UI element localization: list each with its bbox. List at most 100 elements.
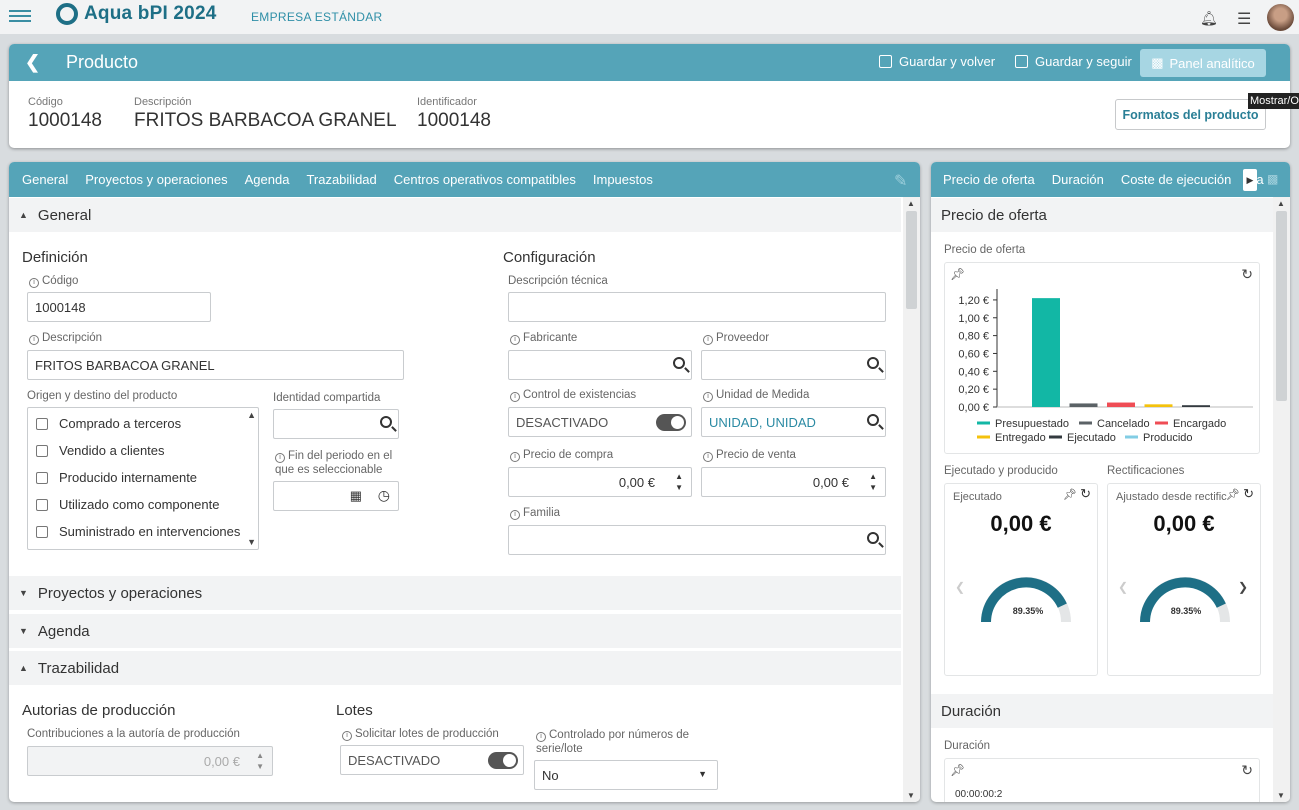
tab-operating-centers[interactable]: Centros operativos compatibles bbox=[394, 172, 576, 187]
main-scrollbar[interactable]: ▲ ▼ bbox=[903, 197, 920, 802]
calendar-icon[interactable]: ▦ bbox=[350, 488, 362, 504]
bell-icon[interactable]: 🔔︎ bbox=[1200, 10, 1218, 27]
expand-triangle-icon: ▼ bbox=[19, 588, 28, 598]
back-arrow-icon[interactable]: ❮ bbox=[25, 52, 40, 73]
company-name[interactable]: EMPRESA ESTÁNDAR bbox=[251, 10, 383, 24]
description-label: i Descripción bbox=[29, 332, 102, 345]
serial-control-select[interactable]: No ▼ bbox=[534, 760, 718, 790]
description-input[interactable]: FRITOS BARBACOA GRANEL bbox=[27, 350, 404, 380]
supplier-input[interactable] bbox=[701, 350, 886, 380]
tab-general[interactable]: General bbox=[22, 172, 68, 187]
origin-item[interactable]: Utilizado como componente bbox=[28, 491, 258, 518]
tab-offer-price[interactable]: Precio de oferta bbox=[943, 172, 1035, 187]
family-input[interactable] bbox=[508, 525, 886, 555]
origin-item[interactable]: Vendido a clientes bbox=[28, 437, 258, 464]
offer-price-section-header[interactable]: Precio de oferta bbox=[931, 198, 1273, 232]
description-label-text: Descripción bbox=[42, 332, 103, 344]
save-and-continue-button[interactable]: Guardar y seguir bbox=[1015, 54, 1132, 69]
analytics-panel-button[interactable]: ▩ Panel analítico bbox=[1140, 49, 1266, 77]
refresh-icon[interactable]: ↻ bbox=[1241, 762, 1253, 779]
contributions-input[interactable]: 0,00 € ▲ ▼ bbox=[27, 746, 273, 776]
section-projects-header[interactable]: ▼ Proyectos y operaciones bbox=[9, 576, 901, 610]
list-menu-icon[interactable]: ☰ bbox=[1237, 9, 1251, 29]
request-lots-toggle-field[interactable]: DESACTIVADO bbox=[340, 745, 524, 775]
stepper-icon[interactable]: ▲ ▼ bbox=[675, 471, 683, 493]
tab-taxes[interactable]: Impuestos bbox=[593, 172, 653, 187]
analytics-scrollbar[interactable]: ▲ ▼ bbox=[1273, 197, 1290, 802]
tab-execution-cost[interactable]: Coste de ejecución bbox=[1121, 172, 1232, 187]
period-end-input[interactable]: ▦ ◷ bbox=[273, 481, 399, 511]
shared-identity-input[interactable] bbox=[273, 409, 399, 439]
scrollbar-thumb[interactable] bbox=[1276, 211, 1287, 401]
scrollbar-thumb[interactable] bbox=[906, 211, 917, 309]
scroll-down-icon[interactable]: ▼ bbox=[907, 791, 915, 800]
scroll-up-icon[interactable]: ▲ bbox=[1277, 199, 1285, 208]
scroll-down-icon[interactable]: ▼ bbox=[1277, 791, 1285, 800]
purchase-price-input[interactable]: 0,00 € ▲ ▼ bbox=[508, 467, 692, 497]
origin-item[interactable]: Suministrado en intervenciones bbox=[28, 518, 258, 545]
hamburger-menu-icon[interactable] bbox=[9, 7, 31, 25]
sale-price-input[interactable]: 0,00 € ▲ ▼ bbox=[701, 467, 886, 497]
manufacturer-input[interactable] bbox=[508, 350, 692, 380]
section-traceability-header[interactable]: ▲ Trazabilidad bbox=[9, 651, 901, 685]
pin-icon[interactable]: 📌︎ bbox=[950, 267, 965, 281]
unit-input[interactable]: UNIDAD, UNIDAD bbox=[701, 407, 886, 437]
duration-section-header[interactable]: Duración bbox=[931, 694, 1273, 728]
stock-control-toggle[interactable] bbox=[656, 414, 686, 431]
main-panel: General Proyectos y operaciones Agenda T… bbox=[9, 162, 920, 802]
purchase-price-label: i Precio de compra bbox=[510, 449, 613, 462]
save-and-back-label: Guardar y volver bbox=[899, 54, 996, 69]
edit-pencil-icon[interactable]: ✎ bbox=[894, 171, 907, 191]
chevron-left-icon[interactable]: ❮ bbox=[1118, 580, 1128, 594]
stepper-icon[interactable]: ▲ ▼ bbox=[869, 471, 877, 493]
chevron-right-icon[interactable]: ❯ bbox=[1238, 580, 1248, 594]
rectification-kpi-card: Ajustado desde rectific... 📌︎ ↻ 0,00 € ❮… bbox=[1107, 483, 1261, 676]
search-icon[interactable] bbox=[380, 416, 392, 428]
header-code-label: Código bbox=[28, 96, 63, 108]
search-icon[interactable] bbox=[867, 414, 879, 426]
checkbox[interactable] bbox=[36, 417, 48, 430]
serial-control-value: No bbox=[542, 767, 559, 783]
pin-icon[interactable]: 📌︎ bbox=[950, 763, 965, 777]
request-lots-toggle[interactable] bbox=[488, 752, 518, 769]
refresh-icon[interactable]: ↻ bbox=[1243, 486, 1254, 502]
checkbox[interactable] bbox=[36, 444, 48, 457]
rectification-kpi-value: 0,00 € bbox=[1153, 511, 1215, 536]
scroll-up-icon[interactable]: ▲ bbox=[247, 410, 256, 420]
tab-traceability[interactable]: Trazabilidad bbox=[306, 172, 376, 187]
origin-item[interactable]: Comprado a terceros bbox=[28, 410, 258, 437]
chevron-down-icon[interactable]: ▼ bbox=[698, 769, 707, 779]
checkbox[interactable] bbox=[36, 498, 48, 511]
pin-icon[interactable]: 📌︎ bbox=[1226, 488, 1240, 501]
search-icon[interactable] bbox=[673, 357, 685, 369]
offer-price-chart-card: 📌︎ ↻ 0,00 € 0,20 € 0,40 € 0,60 € 0,80 € 1,00 … bbox=[944, 262, 1260, 454]
refresh-icon[interactable]: ↻ bbox=[1241, 266, 1253, 283]
clock-icon[interactable]: ◷ bbox=[378, 487, 390, 504]
scroll-up-icon[interactable]: ▲ bbox=[907, 199, 915, 208]
checkbox[interactable] bbox=[36, 525, 48, 538]
chevron-left-icon[interactable]: ❮ bbox=[955, 580, 965, 594]
save-and-back-button[interactable]: Guardar y volver bbox=[879, 54, 995, 69]
scroll-down-icon[interactable]: ▼ bbox=[247, 537, 256, 547]
pin-icon[interactable]: 📌︎ bbox=[1063, 488, 1077, 501]
stock-control-toggle-field[interactable]: DESACTIVADO bbox=[508, 407, 692, 437]
origin-item[interactable]: Producido internamente bbox=[28, 464, 258, 491]
product-formats-button[interactable]: Formatos del producto bbox=[1115, 99, 1266, 130]
tab-agenda[interactable]: Agenda bbox=[245, 172, 290, 187]
search-icon[interactable] bbox=[867, 357, 879, 369]
tab-duration[interactable]: Duración bbox=[1052, 172, 1104, 187]
avatar[interactable] bbox=[1267, 4, 1294, 31]
section-general-header[interactable]: ▲ General bbox=[9, 198, 901, 232]
search-icon[interactable] bbox=[867, 532, 879, 544]
tab-projects[interactable]: Proyectos y operaciones bbox=[85, 172, 227, 187]
section-agenda-header[interactable]: ▼ Agenda bbox=[9, 614, 901, 648]
refresh-icon[interactable]: ↻ bbox=[1080, 486, 1091, 502]
header-identifier-label: Identificador bbox=[417, 96, 477, 108]
bar-chart-icon[interactable]: ▩ bbox=[1267, 172, 1278, 186]
code-input[interactable]: 1000148 bbox=[27, 292, 211, 322]
stepper-icon[interactable]: ▲ ▼ bbox=[256, 750, 264, 772]
origin-list[interactable]: Comprado a terceros Vendido a clientes P… bbox=[27, 407, 259, 550]
tabs-next-arrow-icon[interactable]: ▶ bbox=[1243, 169, 1257, 191]
checkbox[interactable] bbox=[36, 471, 48, 484]
technical-description-input[interactable] bbox=[508, 292, 886, 322]
